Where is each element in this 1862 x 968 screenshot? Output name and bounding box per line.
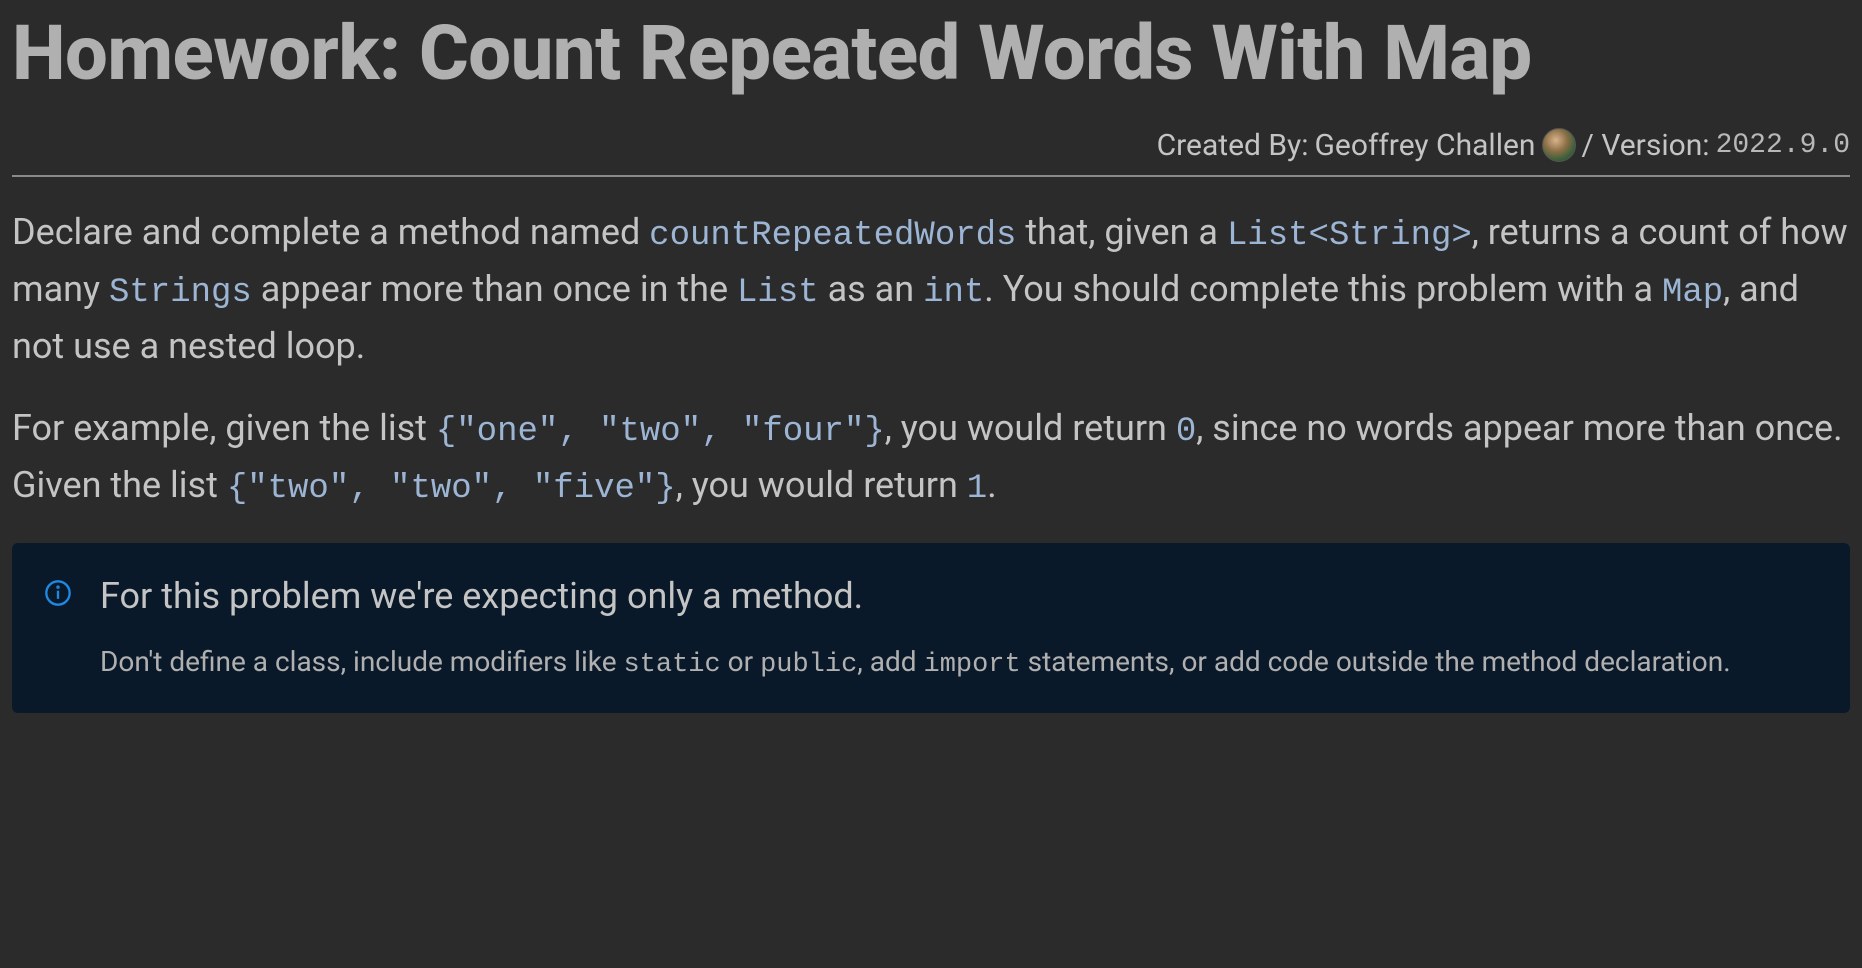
text-fragment: statements, or add code outside the meth…	[1021, 645, 1731, 678]
text-fragment: Declare and complete a method named	[12, 211, 649, 253]
code-list-string: List<String>	[1227, 217, 1472, 255]
code-example-list-2: {"two", "two", "five"}	[227, 470, 676, 508]
code-map: Map	[1662, 274, 1723, 312]
code-method-name: countRepeatedWords	[649, 217, 1016, 255]
text-fragment: , you would return	[885, 407, 1176, 449]
version-value: 2022.9.0	[1716, 130, 1850, 161]
problem-description: Declare and complete a method named coun…	[12, 205, 1850, 515]
description-paragraph-2: For example, given the list {"one", "two…	[12, 401, 1850, 515]
info-heading: For this problem we're expecting only a …	[100, 571, 1818, 621]
version-label: / Version:	[1582, 128, 1710, 163]
code-strings: Strings	[109, 274, 252, 312]
text-fragment: For example, given the list	[12, 407, 436, 449]
author-avatar	[1542, 128, 1576, 162]
code-static: static	[623, 650, 720, 680]
info-icon	[44, 579, 72, 611]
code-import: import	[924, 650, 1021, 680]
code-public: public	[760, 650, 857, 680]
page-title: Homework: Count Repeated Words With Map	[12, 12, 1850, 96]
text-fragment: , you would return	[676, 464, 967, 506]
info-body: Don't define a class, include modifiers …	[100, 641, 1818, 686]
text-fragment: as an	[819, 268, 923, 310]
text-fragment: appear more than once in the	[252, 268, 737, 310]
text-fragment: or	[721, 645, 760, 678]
text-fragment: , add	[857, 645, 923, 678]
info-content: For this problem we're expecting only a …	[100, 571, 1818, 686]
meta-row: Created By: Geoffrey Challen / Version: …	[12, 128, 1850, 177]
text-fragment: that, given a	[1016, 211, 1227, 253]
code-int: int	[923, 274, 984, 312]
code-example-list-1: {"one", "two", "four"}	[436, 413, 885, 451]
created-by-label: Created By:	[1157, 128, 1309, 163]
code-list: List	[737, 274, 819, 312]
info-box: For this problem we're expecting only a …	[12, 543, 1850, 714]
text-fragment: .	[987, 464, 997, 506]
author-name: Geoffrey Challen	[1315, 128, 1536, 163]
code-return-1: 1	[967, 470, 987, 508]
code-return-0: 0	[1176, 413, 1196, 451]
text-fragment: . You should complete this problem with …	[984, 268, 1662, 310]
description-paragraph-1: Declare and complete a method named coun…	[12, 205, 1850, 373]
text-fragment: Don't define a class, include modifiers …	[100, 645, 623, 678]
